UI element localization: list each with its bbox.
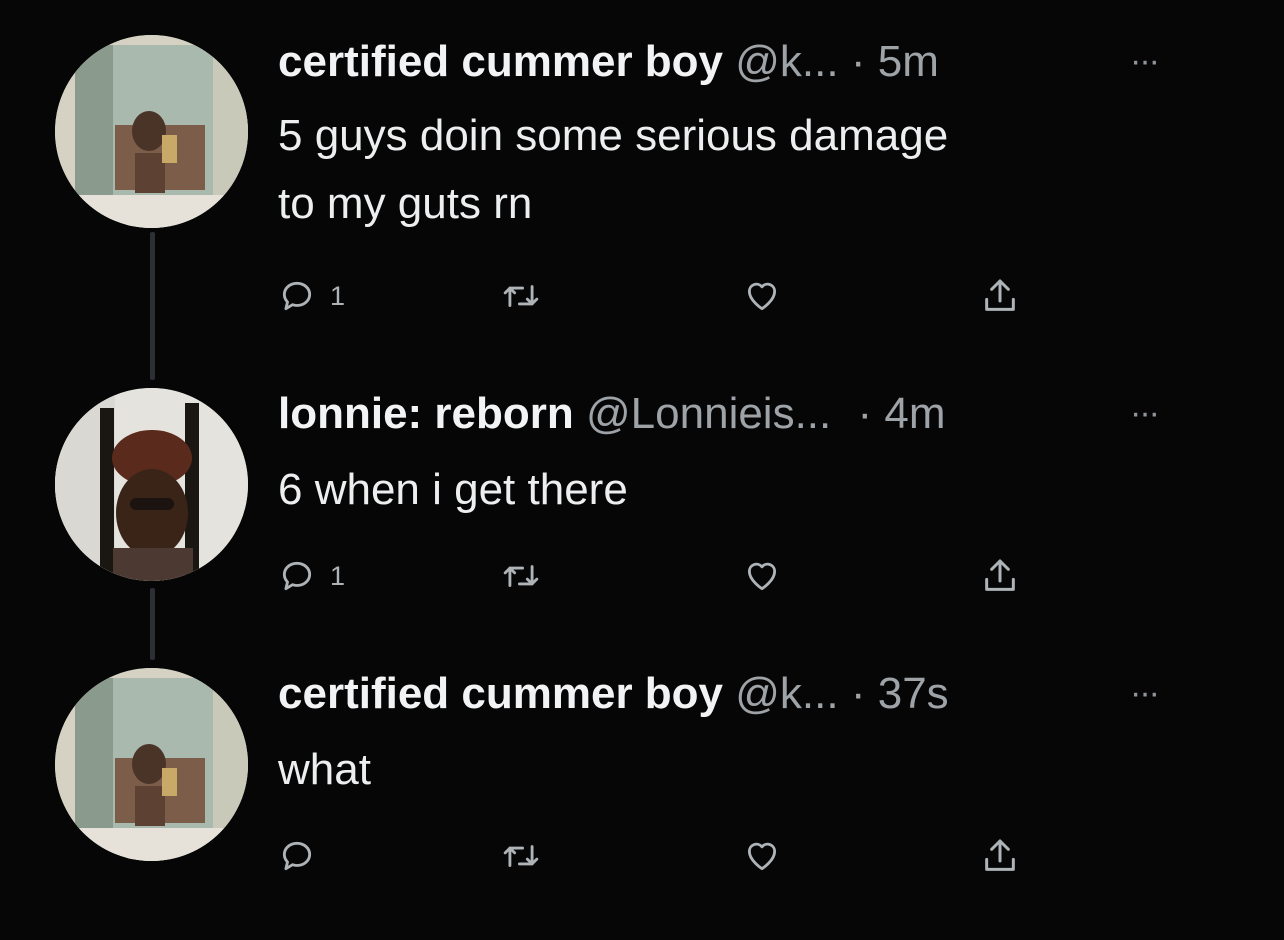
tweet-text: what <box>278 736 1178 804</box>
avatar[interactable] <box>55 668 248 861</box>
display-name[interactable]: lonnie: reborn <box>278 389 574 438</box>
reply-icon <box>282 281 312 311</box>
share-button[interactable] <box>980 276 1020 316</box>
display-name[interactable]: certified cummer boy <box>278 669 723 718</box>
like-icon <box>747 842 777 871</box>
action-bar <box>278 836 1078 876</box>
timestamp[interactable]: 5m <box>878 37 939 86</box>
like-button[interactable] <box>742 556 782 596</box>
share-icon <box>985 559 1015 591</box>
reply-button[interactable]: 1 <box>278 556 345 596</box>
tweet-text-line: 5 guys doin some serious damage <box>278 111 949 160</box>
reply-count: 1 <box>330 280 346 311</box>
separator-dot: · <box>850 669 866 718</box>
more-icon[interactable]: ··· <box>1130 396 1160 430</box>
reply-count: 1 <box>330 560 346 591</box>
display-name[interactable]: certified cummer boy <box>278 37 723 86</box>
retweet-button[interactable] <box>500 836 542 876</box>
share-icon <box>985 279 1015 311</box>
tweet-text: 6 when i get there <box>278 456 1178 524</box>
separator-dot: · <box>850 37 866 86</box>
reply-button[interactable] <box>278 836 330 876</box>
reply-button[interactable]: 1 <box>278 276 345 316</box>
tweet-header: certified cummer boy @k... · 37s <box>278 668 949 720</box>
separator-dot: · <box>857 389 873 438</box>
retweet-icon <box>503 285 539 307</box>
like-button[interactable] <box>742 836 782 876</box>
action-bar: 1 <box>278 276 1078 316</box>
reply-icon <box>282 841 312 871</box>
avatar[interactable] <box>55 388 248 581</box>
retweet-icon <box>503 565 539 587</box>
share-button[interactable] <box>980 556 1020 596</box>
reply-icon <box>282 561 312 591</box>
thread-connector <box>150 588 155 660</box>
like-button[interactable] <box>742 276 782 316</box>
like-icon <box>747 562 777 591</box>
handle[interactable]: @k... <box>735 37 838 86</box>
handle[interactable]: @Lonnieis... <box>586 389 831 438</box>
like-icon <box>747 282 777 311</box>
more-icon[interactable]: ··· <box>1130 676 1160 710</box>
tweet-text: 5 guys doin some serious damage to my gu… <box>278 102 1178 238</box>
more-icon[interactable]: ··· <box>1130 44 1160 78</box>
retweet-icon <box>503 845 539 867</box>
tweet-text-line: 6 when i get there <box>278 465 628 514</box>
timestamp[interactable]: 4m <box>884 389 945 438</box>
share-button[interactable] <box>980 836 1020 876</box>
handle[interactable]: @k... <box>735 669 838 718</box>
action-bar: 1 <box>278 556 1078 596</box>
avatar[interactable] <box>55 35 248 228</box>
tweet-text-line: what <box>278 745 371 794</box>
retweet-button[interactable] <box>500 556 542 596</box>
retweet-button[interactable] <box>500 276 542 316</box>
share-icon <box>985 839 1015 871</box>
tweet-header: lonnie: reborn @Lonnieis... · 4m <box>278 388 946 440</box>
thread-connector <box>150 232 155 380</box>
tweet-header: certified cummer boy @k... · 5m <box>278 36 939 88</box>
timestamp[interactable]: 37s <box>878 669 949 718</box>
tweet-text-line: to my guts rn <box>278 179 533 228</box>
